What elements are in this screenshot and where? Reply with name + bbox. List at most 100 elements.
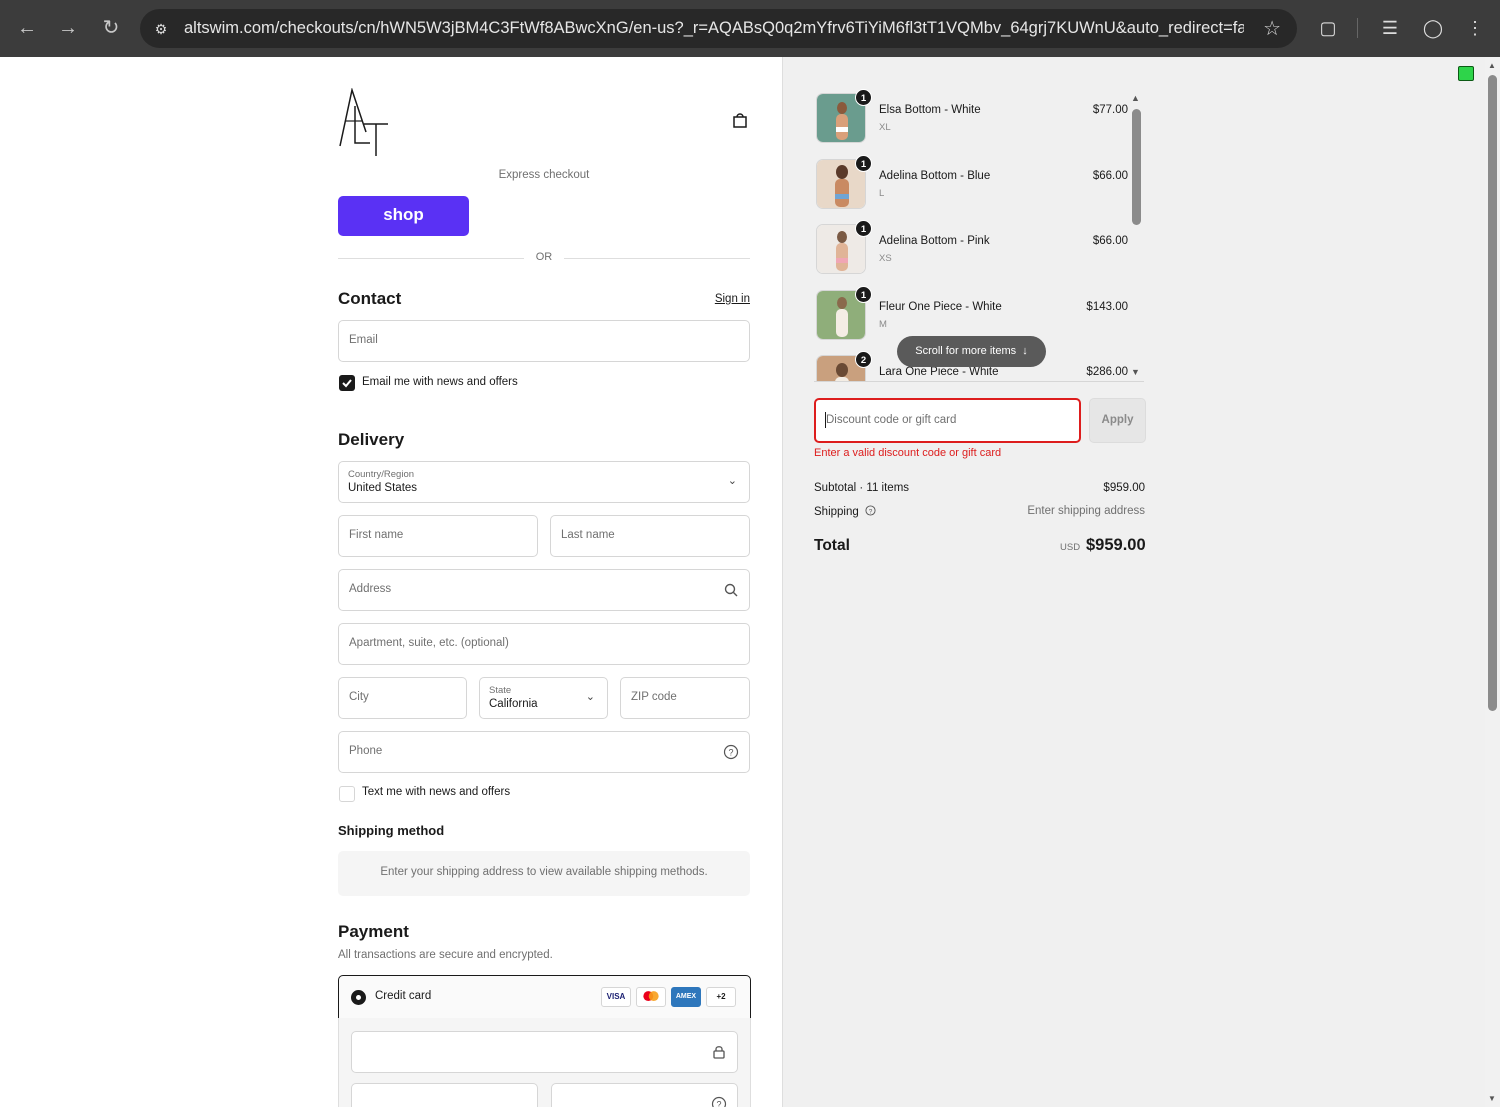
url-text[interactable]: altswim.com/checkouts/cn/hWN5W3jBM4C3FtW… [184,19,1244,38]
shop-pay-button[interactable]: shop [338,196,469,236]
back-icon[interactable]: ← [13,14,41,42]
amex-logo: AMEX [671,987,701,1007]
item-variant: XS [879,253,892,264]
media-control-icon[interactable]: ☰ [1376,14,1404,42]
or-divider-text: OR [535,251,553,263]
address-placeholder: Address [349,583,392,595]
credit-card-radio[interactable] [351,990,366,1005]
item-price: $66.00 [1092,170,1128,182]
total-currency: USD [1060,542,1081,553]
shipping-value: Enter shipping address [1027,505,1145,517]
apply-discount-button[interactable]: Apply [1089,398,1146,443]
item-price: $66.00 [1092,235,1128,247]
address-bar[interactable]: ⚙ altswim.com/checkouts/cn/hWN5W3jBM4C3F… [140,9,1297,48]
visa-logo: VISA [601,987,631,1007]
zip-placeholder: ZIP code [631,691,677,703]
site-info-icon[interactable]: ⚙ [150,18,172,40]
country-select[interactable]: Country/Region United States ⌄ [338,461,750,503]
discount-error-message: Enter a valid discount code or gift card [814,447,1002,459]
quantity-badge: 1 [855,155,872,172]
email-news-checkbox[interactable] [339,375,355,391]
or-divider-line-right [564,258,750,259]
quantity-badge: 2 [855,351,872,368]
phone-placeholder: Phone [349,745,383,757]
help-circle-icon[interactable]: ? [723,744,739,760]
scroll-for-more-button[interactable]: Scroll for more items ↓ [897,336,1046,367]
state-label: State [489,685,512,696]
zip-field[interactable]: ZIP code [620,677,750,719]
item-price: $286.00 [1086,366,1128,378]
search-icon [724,583,738,597]
email-news-label[interactable]: Email me with news and offers [362,376,518,388]
svg-text:?: ? [728,748,733,758]
expiration-field[interactable] [351,1083,538,1107]
checkout-form-pane: Express checkout shop OR Contact Sign in… [0,57,782,1107]
alt-logo[interactable] [338,88,390,158]
last-name-placeholder: Last name [561,529,615,541]
state-value: California [489,698,538,710]
help-circle-icon[interactable]: ? [711,1096,727,1107]
text-news-checkbox[interactable] [339,786,355,802]
first-name-field[interactable]: First name [338,515,538,557]
state-select[interactable]: State California ⌄ [479,677,608,719]
scrollbar-thumb[interactable] [1132,109,1141,225]
help-circle-icon[interactable]: ? [865,505,876,516]
discount-code-input[interactable]: Discount code or gift card [814,398,1081,443]
country-label: Country/Region [348,469,415,480]
email-placeholder: Email [349,334,378,346]
chevron-down-icon: ⌄ [727,475,737,487]
extensions-icon[interactable]: ▢ [1314,14,1342,42]
quantity-badge: 1 [855,286,872,303]
card-number-field[interactable] [351,1031,738,1073]
page-scrollbar[interactable]: ▲ ▼ [1485,57,1500,1107]
chevron-down-icon: ⌄ [585,691,595,703]
page-scrollbar-thumb[interactable] [1488,75,1497,711]
list-item: 1 Adelina Bottom - Pink XS $66.00 [814,220,1130,276]
page-scroll-down-icon[interactable]: ▼ [1488,1094,1496,1103]
extension-indicator-icon[interactable] [1458,66,1474,81]
list-item: 1 Adelina Bottom - Blue L $66.00 [814,155,1130,211]
country-value: United States [348,482,418,494]
city-field[interactable]: City [338,677,467,719]
forward-icon[interactable]: → [54,14,82,42]
discount-placeholder: Discount code or gift card [826,414,957,426]
item-name: Adelina Bottom - Pink [879,235,990,247]
address-field[interactable]: Address [338,569,750,611]
delivery-heading: Delivery [338,430,405,449]
shipping-label-text: Shipping [814,506,859,518]
cart-bag-icon[interactable] [731,111,749,129]
total-value: $959.00 [1086,536,1146,554]
page-scroll-up-icon[interactable]: ▲ [1488,61,1496,70]
more-cards-badge: +2 [706,987,736,1007]
shipping-label: Shipping ? [814,505,876,518]
subtotal-value: $959.00 [1103,482,1145,494]
menu-kebab-icon[interactable]: ⋮ [1461,14,1489,42]
email-field[interactable]: Email [338,320,750,362]
item-variant: M [879,319,887,330]
svg-text:?: ? [716,1100,721,1107]
item-name: Lara One Piece - White [879,366,999,378]
total-label: Total [814,537,850,554]
phone-field[interactable]: Phone ? [338,731,750,773]
bookmark-star-icon[interactable]: ☆ [1263,16,1281,41]
scroll-down-arrow-icon[interactable]: ▼ [1131,367,1140,377]
sign-in-link[interactable]: Sign in [700,293,750,305]
last-name-field[interactable]: Last name [550,515,750,557]
text-news-label[interactable]: Text me with news and offers [362,786,510,798]
reload-icon[interactable]: ↻ [97,14,125,42]
quantity-badge: 1 [855,220,872,237]
scroll-up-arrow-icon[interactable]: ▲ [1131,93,1140,103]
item-price: $143.00 [1086,301,1128,313]
credit-card-label: Credit card [375,990,432,1002]
line-items-scrollbar[interactable]: ▲ ▼ [1130,93,1144,383]
credit-card-option[interactable]: Credit card VISA AMEX +2 [338,975,751,1019]
svg-text:?: ? [869,508,873,515]
contact-heading: Contact [338,289,402,308]
subtotal-label: Subtotal · 11 items [814,482,910,494]
apartment-field[interactable]: Apartment, suite, etc. (optional) [338,623,750,665]
profile-icon[interactable]: ◯ [1419,14,1447,42]
item-name: Adelina Bottom - Blue [879,170,991,182]
arrow-down-icon: ↓ [1019,345,1028,357]
security-code-field[interactable]: ? [551,1083,738,1107]
item-name: Fleur One Piece - White [879,301,1002,313]
